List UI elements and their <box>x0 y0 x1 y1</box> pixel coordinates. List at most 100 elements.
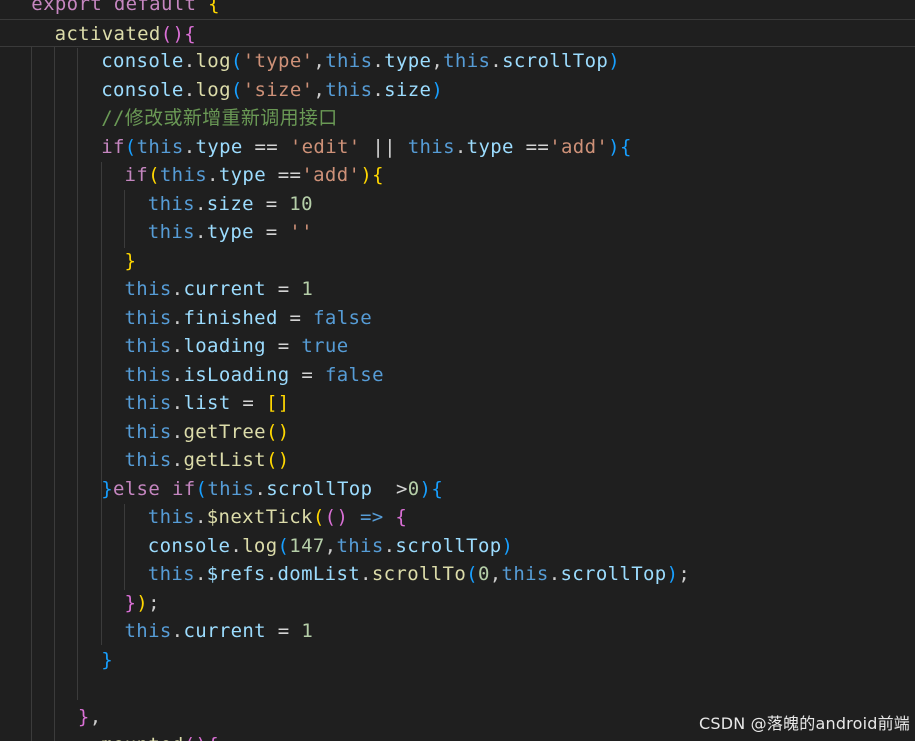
code-line: if(this.type == 'edit' || this.type =='a… <box>0 133 915 161</box>
code-token: ; <box>678 563 691 585</box>
code-token: //修改或新增重新调用接口 <box>101 107 338 129</box>
code-token: . <box>171 278 184 300</box>
code-token: console <box>147 534 231 557</box>
code-token: type <box>466 135 514 158</box>
code-token: } <box>77 705 90 728</box>
code-token: ) <box>419 477 432 500</box>
code-line: this.current = 1 <box>0 275 915 303</box>
code-token: => <box>348 506 396 528</box>
code-token: 'add' <box>301 164 361 186</box>
code-token: { <box>619 135 632 158</box>
code-token: type <box>218 164 266 186</box>
code-token: ) <box>608 50 620 72</box>
code-token: this <box>207 477 255 500</box>
code-token: ) <box>501 534 514 557</box>
code-token: } <box>101 477 113 500</box>
code-token: false <box>324 363 384 386</box>
code-token: ( <box>148 164 160 186</box>
code-line: this.$refs.domList.scrollTo(0,this.scrol… <box>0 560 915 588</box>
code-token: = <box>253 221 290 243</box>
code-token: = <box>265 335 302 357</box>
code-token: . <box>265 563 278 585</box>
code-token: scrollTop <box>502 50 609 72</box>
code-line: } <box>0 646 915 674</box>
code-token: , <box>324 534 337 557</box>
code-token: . <box>372 50 385 72</box>
code-line: if(this.type =='add'){ <box>0 161 915 189</box>
code-token: . <box>194 563 207 585</box>
code-token: scrollTop <box>395 534 502 557</box>
code-token: , <box>89 705 102 728</box>
code-line: this.size = 10 <box>0 190 915 218</box>
code-token: { <box>395 506 408 528</box>
code-token: else <box>112 477 172 500</box>
code-line: this.isLoading = false <box>0 361 915 389</box>
code-token: ; <box>148 591 160 614</box>
code-token: this <box>325 50 373 72</box>
code-token: . <box>171 335 184 357</box>
code-token: , <box>431 50 444 72</box>
code-line: //修改或新增重新调用接口 <box>0 104 915 132</box>
code-line: export default { <box>0 0 915 18</box>
code-token: finished <box>183 306 278 329</box>
code-token: 0 <box>407 477 420 500</box>
code-token: $refs <box>206 563 266 585</box>
code-token: this <box>124 306 172 329</box>
code-token: export default <box>31 0 209 15</box>
code-token: = <box>230 392 266 414</box>
code-token: ) <box>360 164 373 186</box>
code-token: . <box>183 78 196 101</box>
code-token: domList <box>277 563 361 585</box>
code-token: { <box>372 164 384 186</box>
code-token: this <box>136 135 184 158</box>
code-token: console <box>101 78 184 101</box>
code-token: , <box>313 78 326 101</box>
code-token: . <box>548 563 561 585</box>
code-token: } <box>124 249 137 272</box>
code-token: this <box>124 392 172 414</box>
code-token: this <box>325 78 373 101</box>
code-line: console.log('type',this.type,this.scroll… <box>0 47 915 75</box>
code-token: ( <box>277 534 290 557</box>
code-token: ( <box>230 50 243 72</box>
code-token: this <box>336 534 384 557</box>
code-token: activated <box>54 22 161 45</box>
code-token: this <box>147 221 195 243</box>
code-token: () <box>265 449 290 471</box>
code-token: list <box>183 392 231 414</box>
code-token: . <box>171 306 184 329</box>
code-line: console.log('size',this.size) <box>0 76 915 104</box>
code-token: current <box>183 620 266 642</box>
code-token: log <box>195 50 231 72</box>
code-line: this.list = [] <box>0 389 915 417</box>
code-token: () <box>160 22 185 45</box>
code-token: . <box>372 78 385 101</box>
code-token: == <box>265 164 302 186</box>
code-token: . <box>183 135 196 158</box>
code-token: , <box>313 50 326 72</box>
code-token: ( <box>466 563 478 585</box>
code-token: . <box>383 534 396 557</box>
code-token: ( <box>124 135 137 158</box>
code-token: == <box>242 135 290 158</box>
code-token: 'add' <box>549 135 609 158</box>
code-token: . <box>194 221 207 243</box>
code-token: this <box>159 164 208 186</box>
code-token: . <box>230 534 243 557</box>
code-token: = <box>265 278 302 300</box>
code-line: }); <box>0 589 915 617</box>
code-token: mounted <box>101 734 184 741</box>
code-token: . <box>171 363 184 386</box>
code-token: if <box>101 135 125 158</box>
code-token: 1 <box>301 620 314 642</box>
code-token: } <box>101 648 113 671</box>
code-token: . <box>360 563 372 585</box>
code-token: true <box>301 335 349 357</box>
code-token: { <box>184 22 197 45</box>
code-editor[interactable]: export default {activated(){console.log(… <box>0 0 915 741</box>
code-line: this.type = '' <box>0 218 915 246</box>
code-token: loading <box>183 335 266 357</box>
code-token: . <box>254 477 267 500</box>
code-token: = <box>253 192 290 215</box>
